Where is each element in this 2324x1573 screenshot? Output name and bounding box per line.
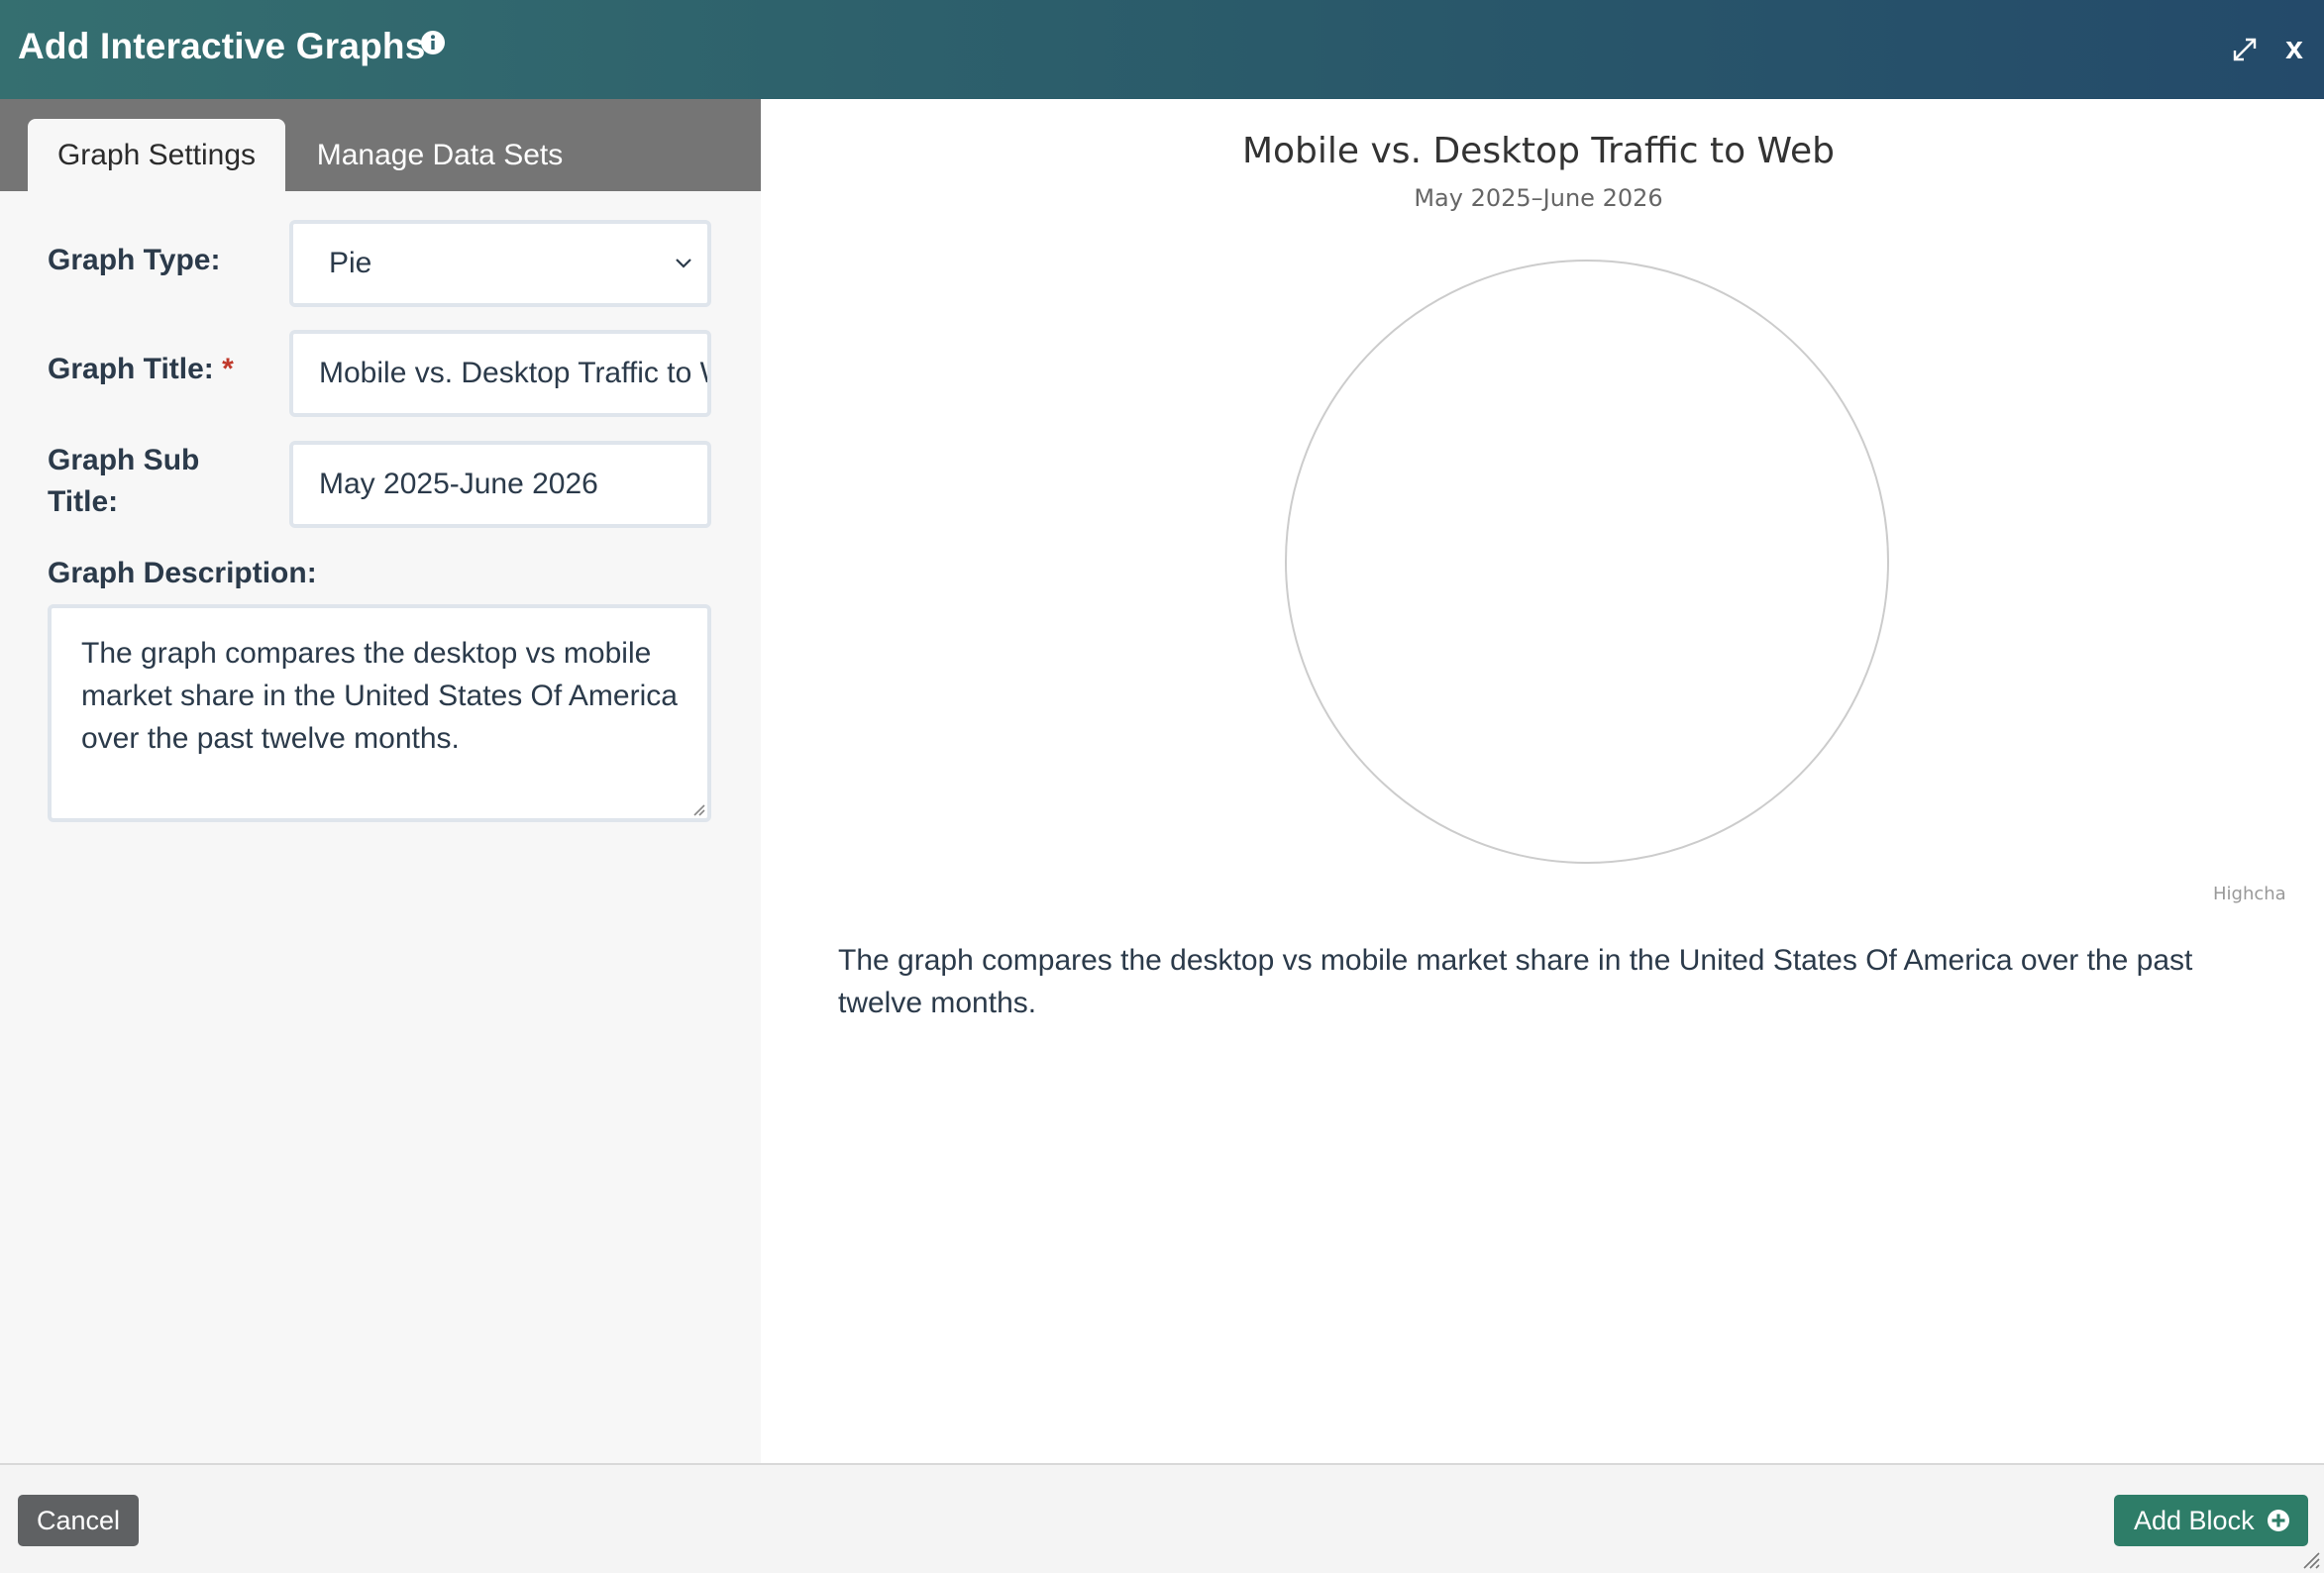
close-icon[interactable]: x <box>2282 30 2306 65</box>
add-block-button[interactable]: Add Block <box>2114 1495 2308 1546</box>
dialog-header: Add Interactive Graphs x <box>0 0 2324 99</box>
graph-type-value: Pie <box>329 247 372 279</box>
graph-description-text: The graph compares the desktop vs mobile… <box>81 637 678 755</box>
graph-description-textarea[interactable]: The graph compares the desktop vs mobile… <box>48 604 711 822</box>
graph-type-select[interactable]: Pie <box>289 220 711 307</box>
chart-subtitle: May 2025–June 2026 <box>1414 184 1663 212</box>
pie-empty-outline <box>1285 260 1889 864</box>
graph-preview: Mobile vs. Desktop Traffic to Web May 20… <box>761 99 2324 1463</box>
preview-description: The graph compares the desktop vs mobile… <box>838 944 2193 1019</box>
window-resize-icon[interactable] <box>2298 1547 2320 1569</box>
graph-type-label: Graph Type: <box>48 244 221 276</box>
graph-subtitle-input[interactable]: May 2025-June 2026 <box>289 441 711 528</box>
cancel-button[interactable]: Cancel <box>18 1495 139 1546</box>
dialog-footer: Cancel Add Block <box>0 1463 2324 1573</box>
chart-credits[interactable]: Highcha <box>2213 884 2302 907</box>
graph-description-label: Graph Description: <box>48 557 317 589</box>
tab-bar: Graph Settings Manage Data Sets <box>0 99 761 191</box>
graph-title-label: Graph Title: * <box>48 353 234 385</box>
tab-manage-data-sets[interactable]: Manage Data Sets <box>307 119 573 191</box>
add-block-label: Add Block <box>2134 1506 2255 1535</box>
tab-graph-settings[interactable]: Graph Settings <box>28 119 285 191</box>
expand-icon[interactable] <box>2231 36 2259 63</box>
chevron-down-icon <box>676 259 691 268</box>
dialog-title: Add Interactive Graphs <box>18 26 426 66</box>
graph-subtitle-label: Graph Sub Title: <box>48 444 200 518</box>
required-marker: * <box>222 353 234 385</box>
graph-title-input[interactable]: Mobile vs. Desktop Traffic to Web <box>289 330 711 417</box>
plus-circle-icon <box>2268 1510 2289 1531</box>
resize-grip-icon[interactable] <box>689 800 705 816</box>
pie-chart <box>1285 260 1889 864</box>
info-icon[interactable] <box>420 30 446 55</box>
chart-title: Mobile vs. Desktop Traffic to Web <box>1241 131 1836 171</box>
settings-panel: Graph Settings Manage Data Sets Graph Ty… <box>0 99 761 1463</box>
